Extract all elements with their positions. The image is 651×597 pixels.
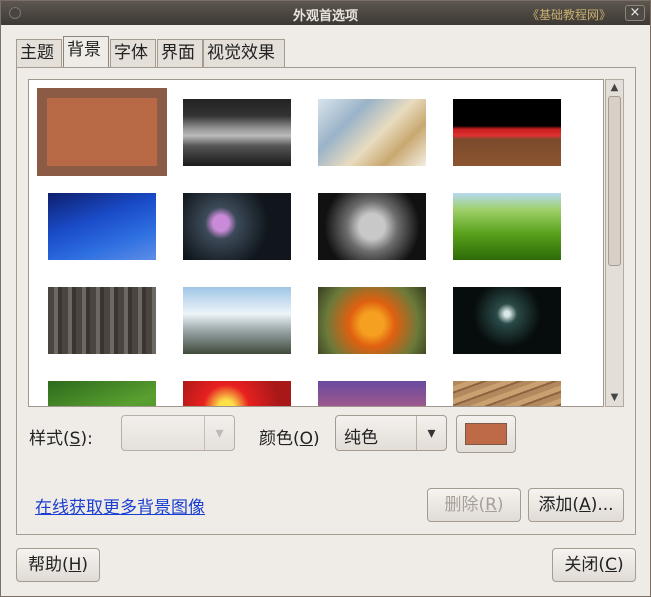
color-picker-button[interactable] xyxy=(456,415,516,453)
color-mode-combo[interactable]: 纯色 ▾ xyxy=(335,415,447,451)
chevron-down-icon[interactable]: ▾ xyxy=(416,416,446,450)
wallpaper-gallery[interactable] xyxy=(28,79,604,407)
title-bar[interactable]: 外观首选项 《基础教程网》 × xyxy=(1,1,650,25)
tab-interface[interactable]: 界面 xyxy=(157,39,203,68)
wallpaper-thumb[interactable] xyxy=(453,381,561,406)
scrollbar-thumb[interactable] xyxy=(608,96,621,266)
wallpaper-thumb[interactable] xyxy=(48,287,156,354)
help-button[interactable]: 帮助(H) xyxy=(16,548,100,582)
wallpaper-thumb[interactable] xyxy=(453,193,561,260)
add-button[interactable]: 添加(A)... xyxy=(528,488,624,522)
tab-background[interactable]: 背景 xyxy=(63,36,109,68)
selected-wallpaper-frame[interactable] xyxy=(37,88,167,176)
wallpaper-thumb[interactable] xyxy=(318,287,426,354)
wallpaper-thumb[interactable] xyxy=(318,193,426,260)
wallpaper-thumb[interactable] xyxy=(453,287,561,354)
style-combo[interactable]: ▾ xyxy=(121,415,235,451)
color-swatch xyxy=(465,423,507,445)
wallpaper-thumb-solid-color[interactable] xyxy=(47,98,157,166)
watermark: 《基础教程网》 xyxy=(527,8,612,22)
scroll-up-icon[interactable]: ▲ xyxy=(606,80,623,96)
color-mode-value: 纯色 xyxy=(344,428,378,448)
gallery-scrollbar[interactable]: ▲ ▼ xyxy=(605,79,624,407)
wallpaper-thumb[interactable] xyxy=(318,99,426,166)
appearance-preferences-window: 外观首选项 《基础教程网》 × 主题 背景 字体 界面 视觉效果 ▲ ▼ 样式(… xyxy=(0,0,651,597)
color-label: 颜色(O) xyxy=(259,429,320,449)
wallpaper-thumb[interactable] xyxy=(183,381,291,406)
tab-visual-effects[interactable]: 视觉效果 xyxy=(203,39,285,68)
wallpaper-thumb[interactable] xyxy=(183,193,291,260)
wallpaper-thumb[interactable] xyxy=(183,99,291,166)
wallpaper-thumb[interactable] xyxy=(48,381,156,406)
delete-button[interactable]: 删除(R) xyxy=(427,488,521,522)
tab-fonts[interactable]: 字体 xyxy=(110,39,156,68)
wallpaper-thumb[interactable] xyxy=(183,287,291,354)
scroll-down-icon[interactable]: ▼ xyxy=(606,390,623,406)
wallpaper-thumb[interactable] xyxy=(48,193,156,260)
close-window-button[interactable]: × xyxy=(625,5,645,21)
tab-theme[interactable]: 主题 xyxy=(16,39,62,68)
style-label: 样式(S): xyxy=(29,429,93,449)
wallpaper-thumb[interactable] xyxy=(453,99,561,166)
close-button[interactable]: 关闭(C) xyxy=(552,548,636,582)
chevron-down-icon[interactable]: ▾ xyxy=(204,416,234,450)
wallpaper-thumb[interactable] xyxy=(318,381,426,406)
get-more-backgrounds-link[interactable]: 在线获取更多背景图像 xyxy=(35,493,205,518)
